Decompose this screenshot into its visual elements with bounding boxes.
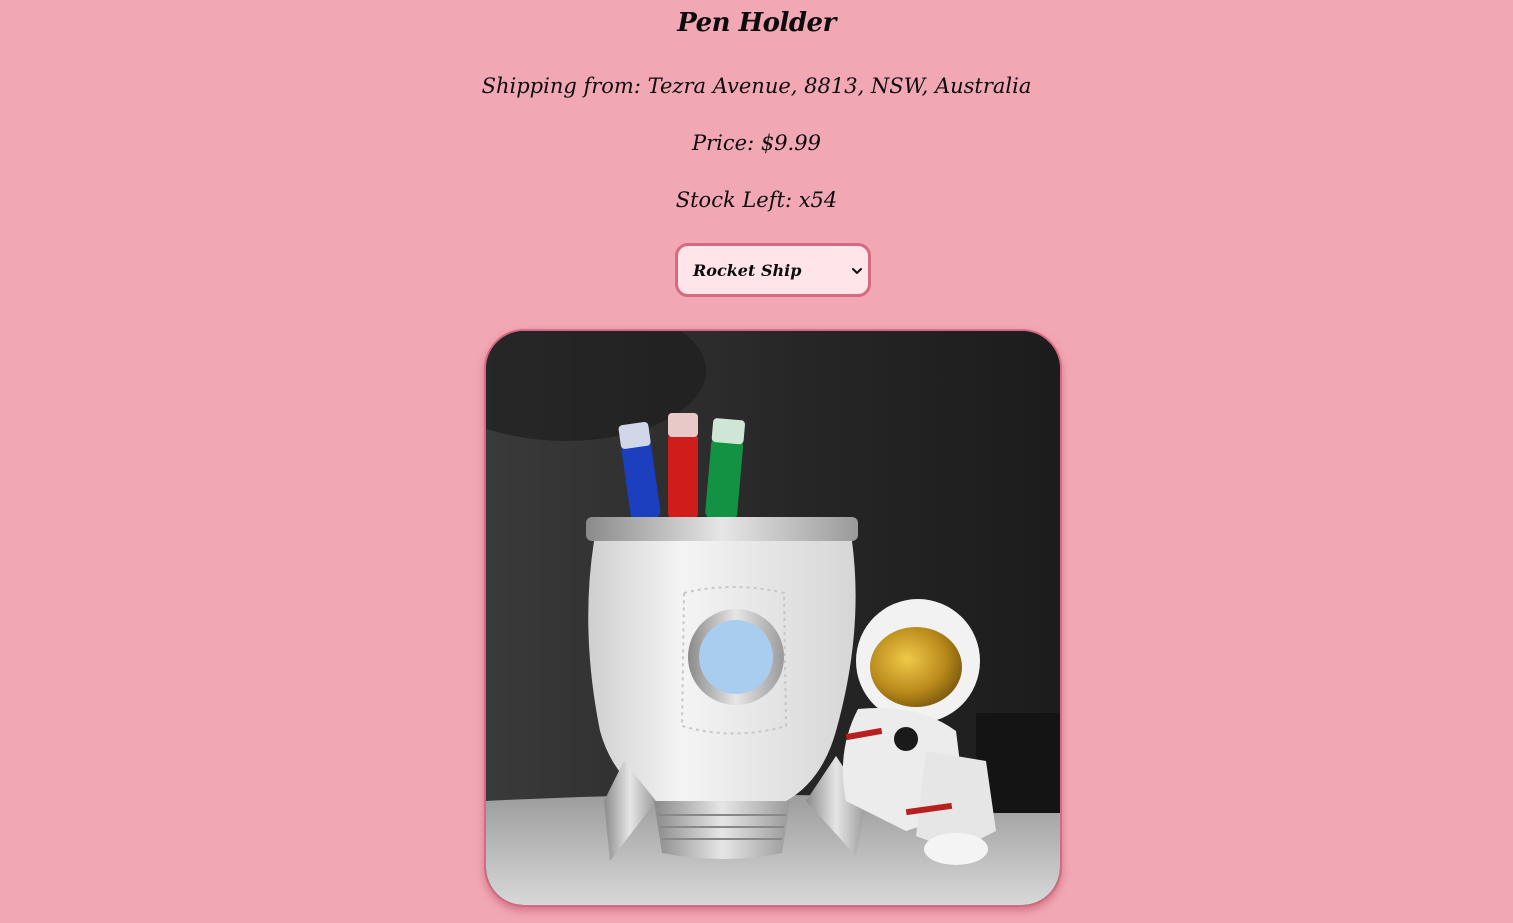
variant-select[interactable]: Rocket Ship [675,243,871,297]
chevron-down-icon [852,268,862,274]
shipping-info: Shipping from: Tezra Avenue, 8813, NSW, … [481,74,1032,98]
price-info: Price: $9.99 [692,131,821,155]
product-image [484,329,1062,907]
variant-select-value: Rocket Ship [693,261,802,280]
product-title: Pen Holder [677,8,836,38]
stock-info: Stock Left: x54 [675,188,838,212]
